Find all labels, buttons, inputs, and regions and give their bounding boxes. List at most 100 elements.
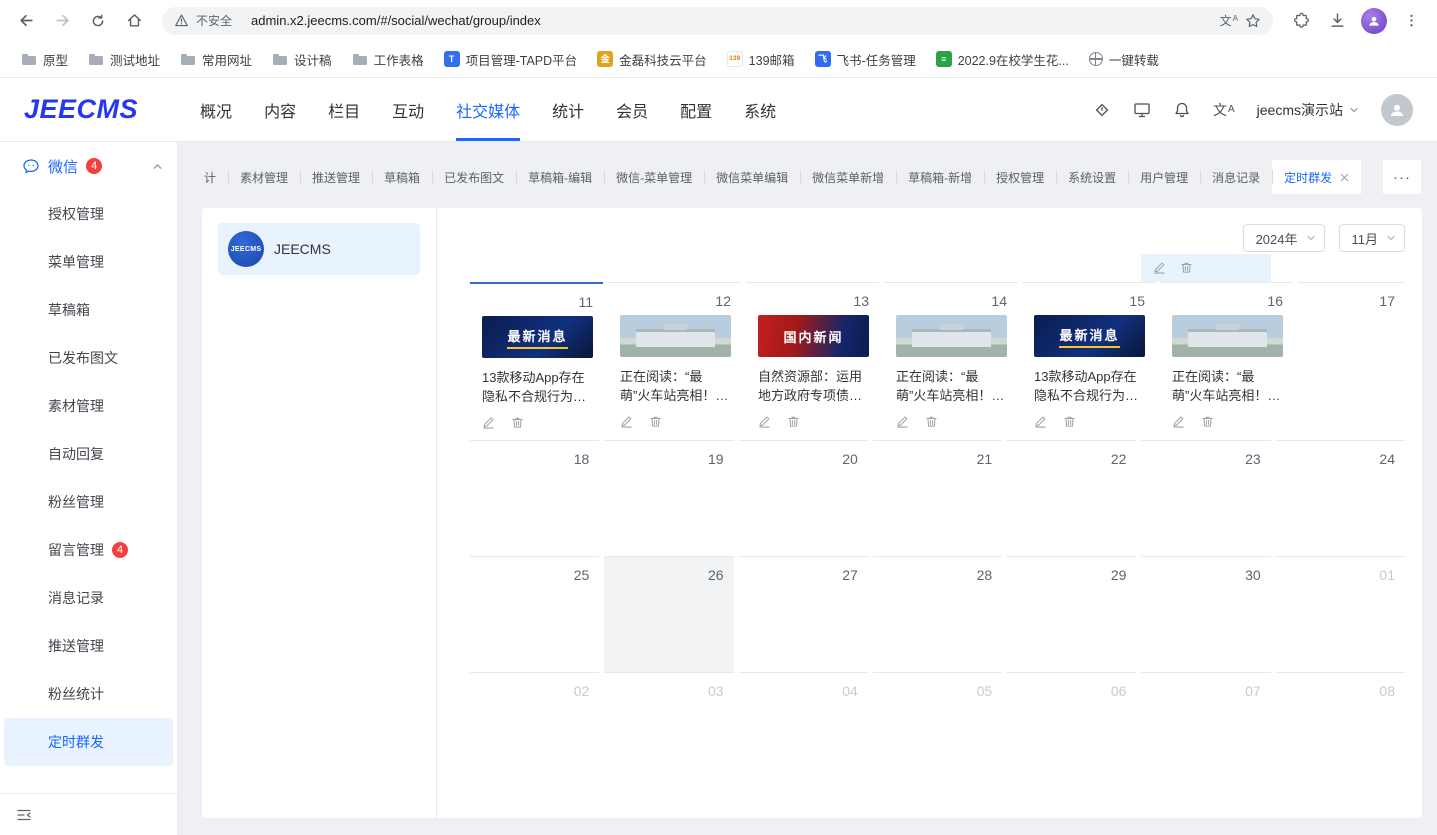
- bookmark-item[interactable]: 原型: [12, 46, 77, 73]
- sidebar-item[interactable]: 自动回复: [4, 430, 173, 478]
- workspace-tab[interactable]: 微信菜单编辑: [704, 160, 800, 194]
- calendar-day-cell[interactable]: 19: [604, 440, 733, 556]
- sidebar-item[interactable]: 推送管理: [4, 622, 173, 670]
- forward-icon[interactable]: [46, 5, 78, 37]
- home-icon[interactable]: [118, 5, 150, 37]
- calendar-day-cell[interactable]: 21: [873, 440, 1002, 556]
- calendar-day-cell[interactable]: 30: [1141, 556, 1270, 672]
- downloads-icon[interactable]: [1321, 5, 1353, 37]
- sidebar-item[interactable]: 已发布图文: [4, 334, 173, 382]
- calendar-day-cell[interactable]: 06: [1007, 672, 1136, 788]
- calendar-day-cell[interactable]: 24: [1276, 440, 1405, 556]
- calendar-day-cell[interactable]: 27: [739, 556, 868, 672]
- calendar-day-cell[interactable]: [739, 254, 868, 282]
- calendar-day-cell[interactable]: 22: [1007, 440, 1136, 556]
- bookmark-item[interactable]: T 项目管理-TAPD平台: [435, 46, 587, 73]
- calendar-day-cell[interactable]: 03: [604, 672, 733, 788]
- chevron-up-icon[interactable]: [152, 161, 163, 172]
- delete-icon[interactable]: [787, 415, 800, 428]
- extensions-puzzle-icon[interactable]: [1285, 5, 1317, 37]
- theme-skin-icon[interactable]: [1093, 101, 1111, 119]
- tab-more-button[interactable]: ···: [1383, 160, 1421, 194]
- wechat-account-item[interactable]: JEECMS JEECMS: [218, 223, 420, 275]
- nav-item[interactable]: 统计: [552, 78, 584, 141]
- calendar-day-cell[interactable]: 29: [1007, 556, 1136, 672]
- sidebar-item[interactable]: 素材管理: [4, 382, 173, 430]
- jeecms-logo[interactable]: JEECMS: [24, 94, 138, 125]
- workspace-tab[interactable]: 微信-菜单管理: [604, 160, 704, 194]
- workspace-tab[interactable]: 素材管理: [228, 160, 300, 194]
- calendar-day-cell[interactable]: 07: [1141, 672, 1270, 788]
- workspace-tab[interactable]: 消息记录: [1200, 160, 1272, 194]
- bookmark-item[interactable]: ≡ 2022.9在校学生花...: [927, 46, 1078, 73]
- reload-icon[interactable]: [82, 5, 114, 37]
- sidebar-item[interactable]: 菜单管理: [4, 238, 173, 286]
- language-switch-icon[interactable]: 文A: [1213, 103, 1235, 117]
- calendar-day-cell[interactable]: 13 国内新闻 自然资源部：运用地方政府专项债券资...: [746, 282, 879, 440]
- workspace-tab[interactable]: 计: [192, 160, 228, 194]
- calendar-day-cell[interactable]: 04: [739, 672, 868, 788]
- calendar-day-cell[interactable]: 02: [470, 672, 599, 788]
- workspace-tab[interactable]: 草稿箱: [372, 160, 432, 194]
- workspace-tab[interactable]: 用户管理: [1128, 160, 1200, 194]
- nav-item[interactable]: 内容: [264, 78, 296, 141]
- delete-icon[interactable]: [511, 416, 524, 429]
- bookmark-item[interactable]: 金 金磊科技云平台: [588, 46, 716, 73]
- delete-icon[interactable]: [649, 415, 662, 428]
- not-secure-warning-icon[interactable]: [174, 13, 189, 28]
- bookmark-item[interactable]: 设计稿: [263, 46, 341, 73]
- edit-icon[interactable]: [620, 415, 633, 428]
- delete-icon[interactable]: [925, 415, 938, 428]
- calendar-day-cell[interactable]: 20: [739, 440, 868, 556]
- year-select[interactable]: 2024年: [1243, 224, 1325, 252]
- calendar-day-cell[interactable]: 11 最新消息 13款移动App存在隐私不合规行为，涉...: [470, 282, 603, 440]
- edit-icon[interactable]: [1034, 415, 1047, 428]
- workspace-tab[interactable]: 授权管理: [984, 160, 1056, 194]
- calendar-day-cell[interactable]: 08: [1276, 672, 1405, 788]
- workspace-tab[interactable]: 草稿箱-编辑: [516, 160, 604, 194]
- collapse-sidebar-icon[interactable]: [16, 807, 32, 823]
- bookmark-item[interactable]: 139 139邮箱: [718, 46, 804, 73]
- bookmark-star-icon[interactable]: [1245, 13, 1261, 29]
- sidebar-item[interactable]: 消息记录: [4, 574, 173, 622]
- calendar-day-cell[interactable]: 23: [1141, 440, 1270, 556]
- browser-menu-icon[interactable]: [1395, 5, 1427, 37]
- edit-icon[interactable]: [758, 415, 771, 428]
- edit-icon[interactable]: [1172, 415, 1185, 428]
- delete-icon[interactable]: [1180, 261, 1193, 274]
- nav-item[interactable]: 社交媒体: [456, 78, 520, 141]
- nav-item[interactable]: 系统: [744, 78, 776, 141]
- calendar-day-cell[interactable]: 16 正在阅读：“最萌”火车站亮相！网友：...: [1160, 282, 1293, 440]
- url-text[interactable]: admin.x2.jeecms.com/#/social/wechat/grou…: [251, 13, 1213, 28]
- calendar-day-cell[interactable]: [1276, 254, 1405, 282]
- workspace-tab[interactable]: 定时群发: [1272, 160, 1361, 194]
- calendar-day-cell[interactable]: 12 正在阅读：“最萌”火车站亮相！网友：...: [608, 282, 741, 440]
- address-bar[interactable]: 不安全 admin.x2.jeecms.com/#/social/wechat/…: [162, 7, 1273, 35]
- notifications-bell-icon[interactable]: [1173, 101, 1191, 119]
- nav-item[interactable]: 会员: [616, 78, 648, 141]
- browser-profile-avatar[interactable]: [1361, 8, 1387, 34]
- bookmark-item[interactable]: 常用网址: [171, 46, 261, 73]
- calendar-day-cell[interactable]: 05: [873, 672, 1002, 788]
- nav-item[interactable]: 概况: [200, 78, 232, 141]
- bookmark-item[interactable]: 工作表格: [343, 46, 433, 73]
- calendar-day-cell[interactable]: 01: [1276, 556, 1405, 672]
- edit-icon[interactable]: [896, 415, 909, 428]
- calendar-day-cell[interactable]: 25: [470, 556, 599, 672]
- workspace-tab[interactable]: 草稿箱-新增: [896, 160, 984, 194]
- bookmark-item[interactable]: 飞 飞书-任务管理: [806, 46, 925, 73]
- nav-item[interactable]: 互动: [392, 78, 424, 141]
- preview-monitor-icon[interactable]: [1133, 101, 1151, 119]
- tab-close-icon[interactable]: [1340, 173, 1349, 182]
- back-icon[interactable]: [10, 5, 42, 37]
- sidebar-item[interactable]: 授权管理: [4, 190, 173, 238]
- sidebar-group-wechat[interactable]: 微信 4: [0, 142, 177, 190]
- calendar-day-cell[interactable]: [604, 254, 733, 282]
- delete-icon[interactable]: [1063, 415, 1076, 428]
- workspace-tab[interactable]: 系统设置: [1056, 160, 1128, 194]
- calendar-day-cell[interactable]: 15 最新消息 13款移动App存在隐私不合规行为，涉...: [1022, 282, 1155, 440]
- calendar-day-cell[interactable]: [470, 254, 599, 282]
- nav-item[interactable]: 配置: [680, 78, 712, 141]
- user-avatar[interactable]: [1381, 94, 1413, 126]
- workspace-tab[interactable]: 已发布图文: [432, 160, 516, 194]
